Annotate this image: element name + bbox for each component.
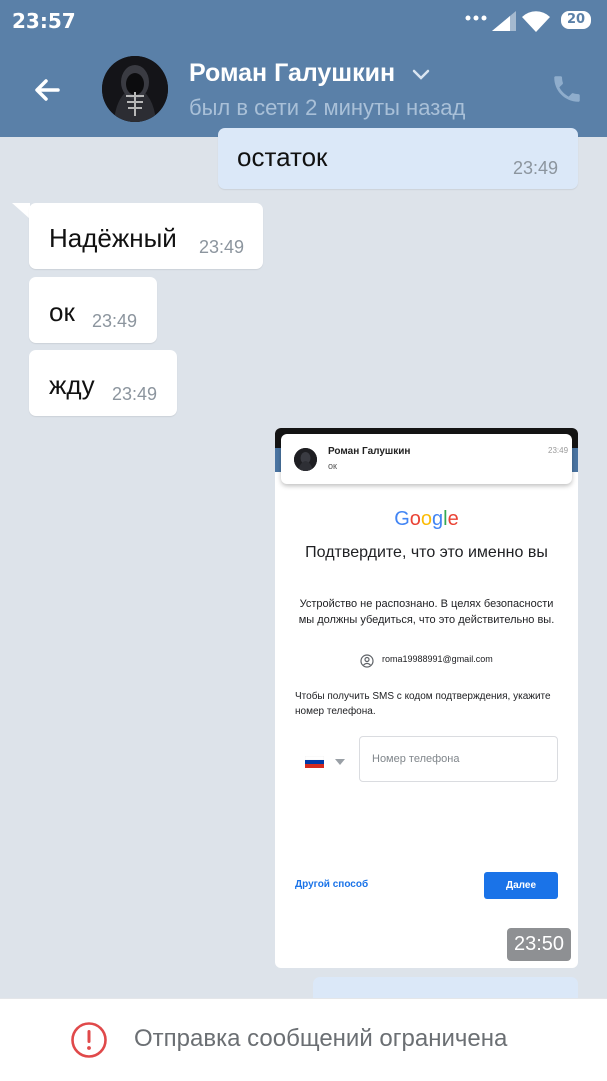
notification-sender: Роман Галушкин	[328, 446, 411, 457]
status-time: 23:57	[12, 9, 76, 33]
phone-icon[interactable]	[550, 72, 584, 106]
message-bubble-incoming[interactable]: жду 23:49	[29, 350, 177, 416]
message-text: жду	[49, 370, 95, 400]
input-restricted-bar: Отправка сообщений ограничена	[0, 998, 607, 1081]
google-logo: Google	[394, 508, 459, 530]
country-dropdown-icon	[335, 759, 345, 765]
back-arrow-icon[interactable]	[28, 70, 68, 110]
attachment-time: 23:50	[507, 928, 571, 961]
message-time: 23:49	[199, 237, 245, 257]
status-bar: 23:57 20	[0, 0, 607, 44]
account-circle-icon	[360, 654, 374, 668]
battery-indicator: 20	[561, 11, 591, 29]
message-time: 23:49	[513, 158, 559, 178]
image-attachment[interactable]: Роман Галушкин ок 23:49 Google Подтверди…	[275, 428, 578, 968]
account-email: roma19988991@gmail.com	[382, 654, 493, 664]
contact-name[interactable]: Роман Галушкин	[189, 59, 395, 88]
chevron-down-icon[interactable]	[412, 69, 430, 81]
message-time: 23:49	[112, 384, 158, 404]
message-text: Надёжный	[49, 223, 177, 253]
more-dots-icon	[465, 15, 487, 21]
contact-avatar[interactable]	[102, 56, 168, 122]
notification-popup: Роман Галушкин ок 23:49	[281, 434, 572, 484]
warning-icon	[71, 1022, 107, 1058]
notification-time: 23:49	[548, 446, 569, 455]
chat-header: 23:57 20 Роман Галушкин был в сети 2 мин…	[0, 0, 607, 137]
message-bubble-outgoing[interactable]: остаток 23:49	[218, 128, 578, 189]
last-seen-status: был в сети 2 минуты назад	[189, 95, 466, 120]
signal-icon	[492, 11, 516, 31]
message-text: остаток	[237, 142, 328, 172]
message-bubble-incoming[interactable]: ок 23:49	[29, 277, 157, 343]
notification-avatar	[294, 448, 317, 471]
verify-description: Устройство не распознано. В целях безопа…	[298, 598, 555, 626]
message-bubble-incoming[interactable]: Надёжный 23:49	[29, 203, 263, 269]
verify-title: Подтвердите, что это именно вы	[305, 544, 548, 561]
phone-number-input: Номер телефона	[359, 736, 558, 782]
notification-message: ок	[328, 461, 337, 471]
other-way-link: Другой способ	[295, 879, 369, 890]
wifi-icon	[522, 11, 550, 32]
messaging-restricted-label: Отправка сообщений ограничена	[134, 1025, 508, 1052]
message-time: 23:49	[92, 311, 138, 331]
russia-flag-icon	[305, 756, 324, 768]
bubble-tail	[12, 203, 30, 219]
next-button: Далее	[484, 872, 558, 899]
sms-prompt: Чтобы получить SMS с кодом подтверждения…	[295, 691, 551, 717]
message-text: ок	[49, 297, 75, 327]
